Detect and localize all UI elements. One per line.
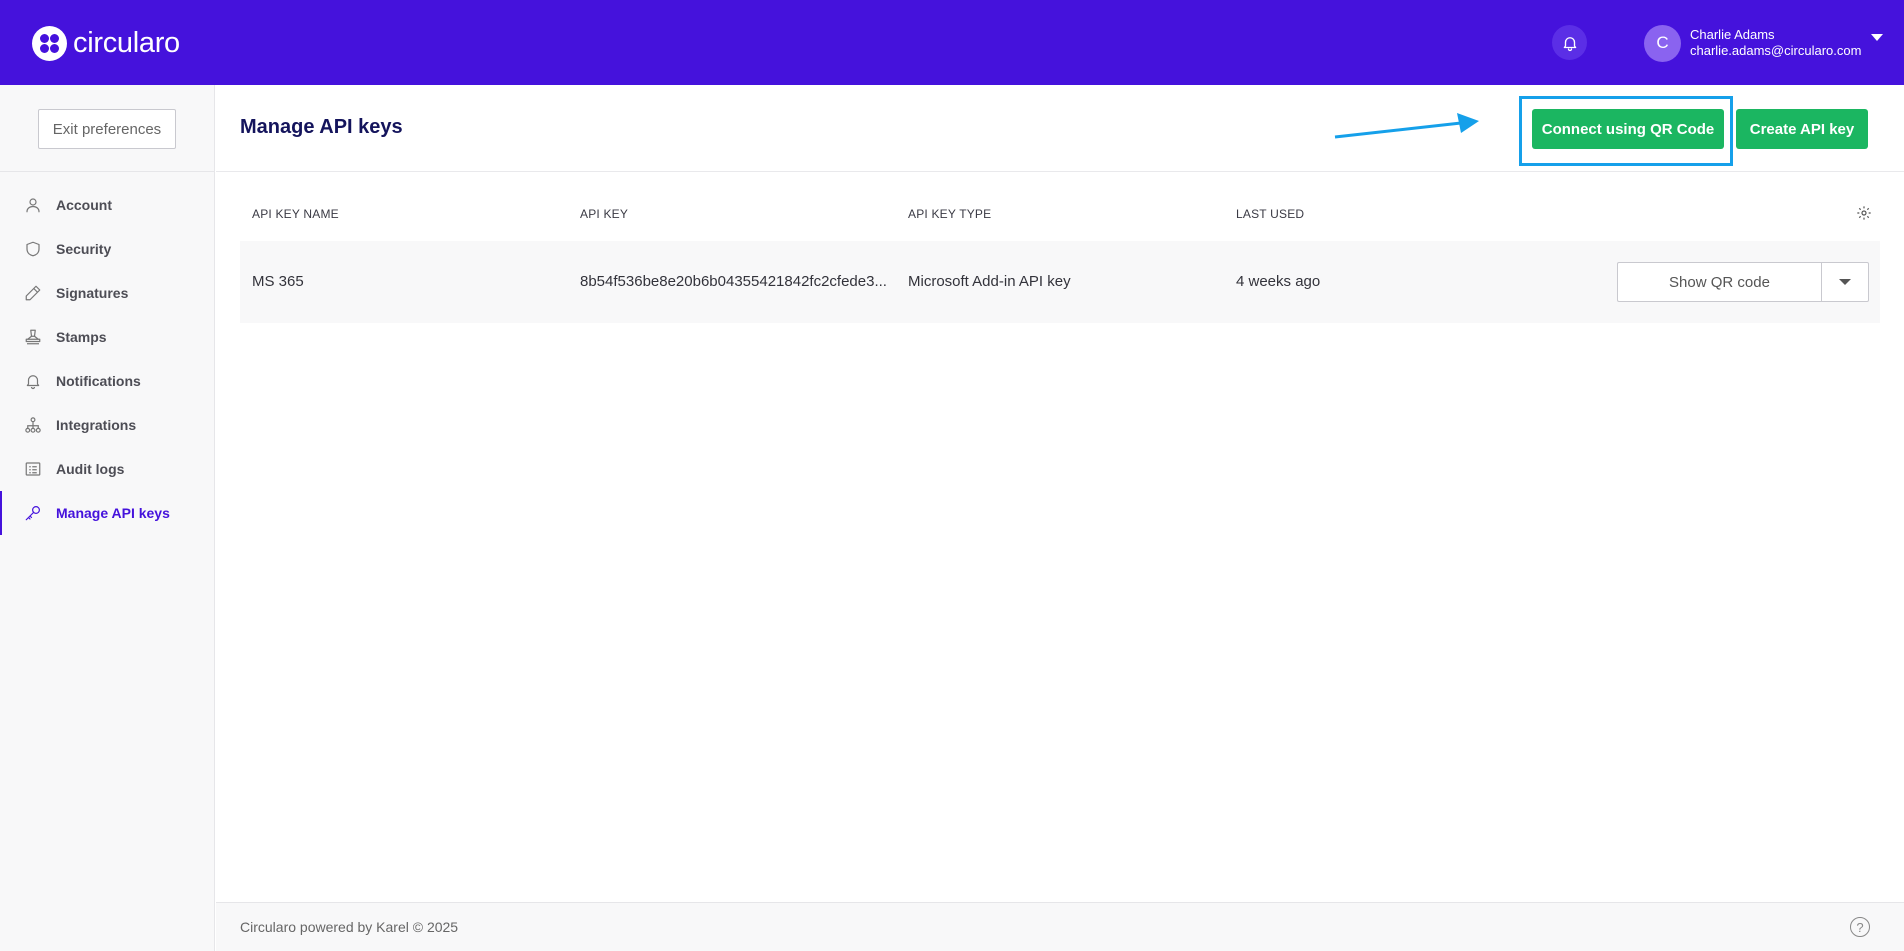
logo-text: circularo — [73, 26, 180, 59]
bell-icon — [1563, 36, 1576, 51]
sidebar-nav: Account Security Signatures Stamps Notif… — [0, 183, 215, 535]
user-menu[interactable]: C Charlie Adams charlie.adams@circularo.… — [1644, 24, 1884, 62]
sidebar-item-label: Account — [56, 197, 112, 213]
key-icon — [25, 506, 40, 521]
column-header-last-used[interactable]: LAST USED — [1236, 207, 1304, 221]
api-key-value: 8b54f536be8e20b6b04355421842fc2cfede3... — [580, 273, 887, 290]
sidebar-item-label: Security — [56, 241, 112, 257]
sidebar-item-audit-logs[interactable]: Audit logs — [0, 447, 215, 491]
table-header: API KEY NAME API KEY API KEY TYPE LAST U… — [240, 185, 1880, 241]
sidebar-item-label: Signatures — [56, 285, 129, 301]
sidebar: Exit preferences Account Security Signat… — [0, 85, 215, 951]
sidebar-item-account[interactable]: Account — [0, 183, 215, 227]
connect-qr-code-button[interactable]: Connect using QR Code — [1532, 109, 1724, 149]
sidebar-item-signatures[interactable]: Signatures — [0, 271, 215, 315]
api-key-type: Microsoft Add-in API key — [908, 273, 1071, 290]
column-header-name[interactable]: API KEY NAME — [252, 207, 339, 221]
sidebar-item-integrations[interactable]: Integrations — [0, 403, 215, 447]
logo[interactable]: circularo — [32, 24, 180, 62]
main-content: Manage API keys Connect using QR Code Cr… — [216, 85, 1904, 951]
pen-icon — [25, 285, 41, 301]
column-header-type[interactable]: API KEY TYPE — [908, 207, 991, 221]
circularo-logo-icon — [32, 25, 67, 61]
gear-icon[interactable] — [1856, 205, 1872, 221]
api-key-name: MS 365 — [252, 273, 304, 290]
sidebar-item-notifications[interactable]: Notifications — [0, 359, 215, 403]
help-icon[interactable]: ? — [1850, 917, 1870, 937]
sidebar-item-stamps[interactable]: Stamps — [0, 315, 215, 359]
sidebar-item-manage-api-keys[interactable]: Manage API keys — [0, 491, 215, 535]
shield-icon — [26, 241, 40, 257]
bell-icon — [26, 375, 40, 390]
chevron-down-icon — [1871, 33, 1884, 41]
notifications-button[interactable] — [1552, 25, 1587, 60]
sidebar-item-label: Notifications — [56, 373, 141, 389]
sidebar-item-label: Audit logs — [56, 461, 125, 477]
user-name: Charlie Adams — [1690, 27, 1775, 42]
show-qr-code-button[interactable]: Show QR code — [1617, 262, 1821, 302]
sidebar-item-label: Manage API keys — [56, 505, 170, 521]
user-icon — [26, 198, 40, 213]
footer-text: Circularo powered by Karel © 2025 — [240, 919, 459, 935]
chevron-down-icon — [1839, 279, 1851, 285]
list-icon — [25, 462, 41, 476]
sitemap-icon — [25, 417, 41, 433]
create-api-key-button[interactable]: Create API key — [1736, 109, 1868, 149]
api-keys-table: API KEY NAME API KEY API KEY TYPE LAST U… — [240, 185, 1880, 323]
stamp-icon — [25, 329, 41, 345]
api-key-last-used: 4 weeks ago — [1236, 273, 1321, 290]
user-email: charlie.adams@circularo.com — [1690, 43, 1862, 58]
row-actions-dropdown[interactable] — [1821, 262, 1869, 302]
top-bar: circularo C Charlie Adams charlie.adams@… — [0, 0, 1904, 85]
footer: Circularo powered by Karel © 2025 ? — [216, 902, 1904, 951]
column-header-key[interactable]: API KEY — [580, 207, 628, 221]
sidebar-item-security[interactable]: Security — [0, 227, 215, 271]
table-row: MS 365 8b54f536be8e20b6b04355421842fc2cf… — [240, 241, 1880, 323]
sidebar-item-label: Integrations — [56, 417, 137, 433]
sidebar-item-label: Stamps — [56, 329, 107, 345]
exit-preferences-button[interactable]: Exit preferences — [38, 109, 176, 149]
annotation-arrow-icon — [1334, 113, 1479, 139]
avatar: C — [1644, 24, 1681, 62]
page-title: Manage API keys — [240, 116, 403, 138]
